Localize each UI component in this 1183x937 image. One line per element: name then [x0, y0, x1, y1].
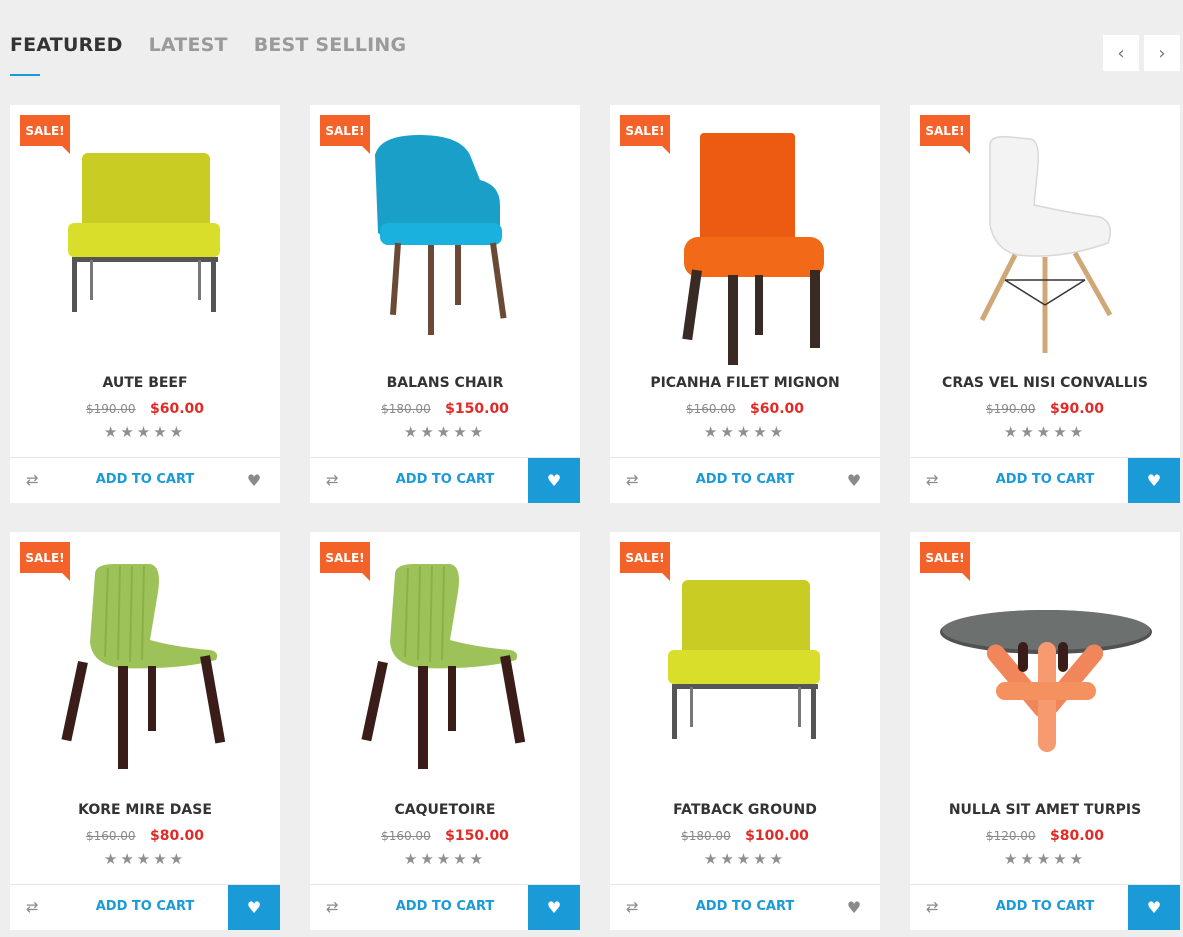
product-name[interactable]: FATBACK GROUND — [610, 802, 880, 818]
rating-stars: ★★★★★ — [1003, 850, 1087, 868]
product-prices: $190.00 $90.00 — [910, 401, 1180, 417]
sale-badge: SALE! — [920, 542, 970, 581]
old-price: $190.00 — [985, 402, 1036, 416]
product-prices: $190.00 $60.00 — [10, 401, 280, 417]
sale-badge: SALE! — [20, 542, 70, 581]
product-actions: ⇄ ADD TO CART ♥ — [310, 884, 580, 930]
rating-stars: ★★★★★ — [403, 423, 487, 441]
product-grid: SALE! AUTE BEEF $190.00 $60.00 ★★★★★ ⇄ A… — [10, 105, 1180, 930]
old-price: $190.00 — [85, 402, 136, 416]
chevron-left-icon: ‹ — [1117, 42, 1125, 64]
product-actions: ⇄ ADD TO CART ♥ — [910, 884, 1180, 930]
tab-latest[interactable]: LATEST — [149, 34, 228, 56]
next-button[interactable]: › — [1144, 35, 1180, 71]
product-prices: $160.00 $60.00 — [610, 401, 880, 417]
sale-price: $80.00 — [1050, 828, 1105, 844]
product-card[interactable]: SALE! PICANHA FILET MIGNON $160.00 $60.0… — [610, 105, 880, 503]
product-prices: $180.00 $150.00 — [310, 401, 580, 417]
sale-price: $150.00 — [445, 828, 509, 844]
product-name[interactable]: PICANHA FILET MIGNON — [610, 375, 880, 391]
wishlist-heart-icon[interactable]: ♥ — [528, 885, 580, 930]
sale-price: $90.00 — [1050, 401, 1105, 417]
product-card[interactable]: SALE! BALANS CHAIR $180.00 $150.00 ★★★★★… — [310, 105, 580, 503]
product-prices: $160.00 $80.00 — [10, 828, 280, 844]
sale-badge: SALE! — [320, 115, 370, 154]
product-actions: ⇄ ADD TO CART ♥ — [910, 457, 1180, 503]
sale-price: $150.00 — [445, 401, 509, 417]
sale-badge: SALE! — [620, 542, 670, 581]
sale-price: $100.00 — [745, 828, 809, 844]
product-card[interactable]: SALE! KORE MIRE DASE $160.00 $80.00 ★★★★… — [10, 532, 280, 930]
product-actions: ⇄ ADD TO CART ♥ — [610, 884, 880, 930]
product-prices: $160.00 $150.00 — [310, 828, 580, 844]
product-name[interactable]: AUTE BEEF — [10, 375, 280, 391]
rating-stars: ★★★★★ — [403, 850, 487, 868]
wishlist-heart-icon[interactable]: ♥ — [228, 885, 280, 930]
wishlist-heart-icon[interactable]: ♥ — [228, 458, 280, 503]
product-card[interactable]: SALE! FATBACK GROUND $180.00 $100.00 ★★★… — [610, 532, 880, 930]
sale-price: $80.00 — [150, 828, 205, 844]
wishlist-heart-icon[interactable]: ♥ — [828, 885, 880, 930]
old-price: $120.00 — [985, 829, 1036, 843]
product-actions: ⇄ ADD TO CART ♥ — [310, 457, 580, 503]
product-tabs: FEATURED LATEST BEST SELLING — [10, 34, 432, 76]
wishlist-heart-icon[interactable]: ♥ — [1128, 458, 1180, 503]
product-actions: ⇄ ADD TO CART ♥ — [10, 884, 280, 930]
prev-button[interactable]: ‹ — [1103, 35, 1139, 71]
product-card[interactable]: SALE! NULLA SIT AMET TURPIS $120.00 $80.… — [910, 532, 1180, 930]
old-price: $180.00 — [681, 829, 731, 843]
product-card[interactable]: SALE! CRAS VEL NISI CONVALLIS $190.00 $9… — [910, 105, 1180, 503]
wishlist-heart-icon[interactable]: ♥ — [828, 458, 880, 503]
product-name[interactable]: NULLA SIT AMET TURPIS — [910, 802, 1180, 818]
product-prices: $120.00 $80.00 — [910, 828, 1180, 844]
product-prices: $180.00 $100.00 — [610, 828, 880, 844]
old-price: $160.00 — [685, 402, 736, 416]
carousel-nav: ‹ › — [1103, 35, 1180, 71]
sale-badge: SALE! — [20, 115, 70, 154]
old-price: $180.00 — [381, 402, 431, 416]
rating-stars: ★★★★★ — [103, 850, 187, 868]
old-price: $160.00 — [85, 829, 136, 843]
sale-price: $60.00 — [150, 401, 205, 417]
wishlist-heart-icon[interactable]: ♥ — [528, 458, 580, 503]
tab-featured[interactable]: FEATURED — [10, 34, 123, 76]
product-name[interactable]: KORE MIRE DASE — [10, 802, 280, 818]
sale-price: $60.00 — [750, 401, 805, 417]
old-price: $160.00 — [381, 829, 431, 843]
rating-stars: ★★★★★ — [103, 423, 187, 441]
product-card[interactable]: SALE! CAQUETOIRE $160.00 $150.00 ★★★★★ ⇄… — [310, 532, 580, 930]
tab-best-selling[interactable]: BEST SELLING — [254, 34, 407, 56]
product-name[interactable]: CRAS VEL NISI CONVALLIS — [910, 375, 1180, 391]
rating-stars: ★★★★★ — [703, 423, 787, 441]
product-card[interactable]: SALE! AUTE BEEF $190.00 $60.00 ★★★★★ ⇄ A… — [10, 105, 280, 503]
rating-stars: ★★★★★ — [703, 850, 787, 868]
product-name[interactable]: BALANS CHAIR — [310, 375, 580, 391]
sale-badge: SALE! — [920, 115, 970, 154]
chevron-right-icon: › — [1158, 42, 1166, 64]
product-actions: ⇄ ADD TO CART ♥ — [10, 457, 280, 503]
sale-badge: SALE! — [620, 115, 670, 154]
rating-stars: ★★★★★ — [1003, 423, 1087, 441]
product-name[interactable]: CAQUETOIRE — [310, 802, 580, 818]
wishlist-heart-icon[interactable]: ♥ — [1128, 885, 1180, 930]
sale-badge: SALE! — [320, 542, 370, 581]
product-actions: ⇄ ADD TO CART ♥ — [610, 457, 880, 503]
